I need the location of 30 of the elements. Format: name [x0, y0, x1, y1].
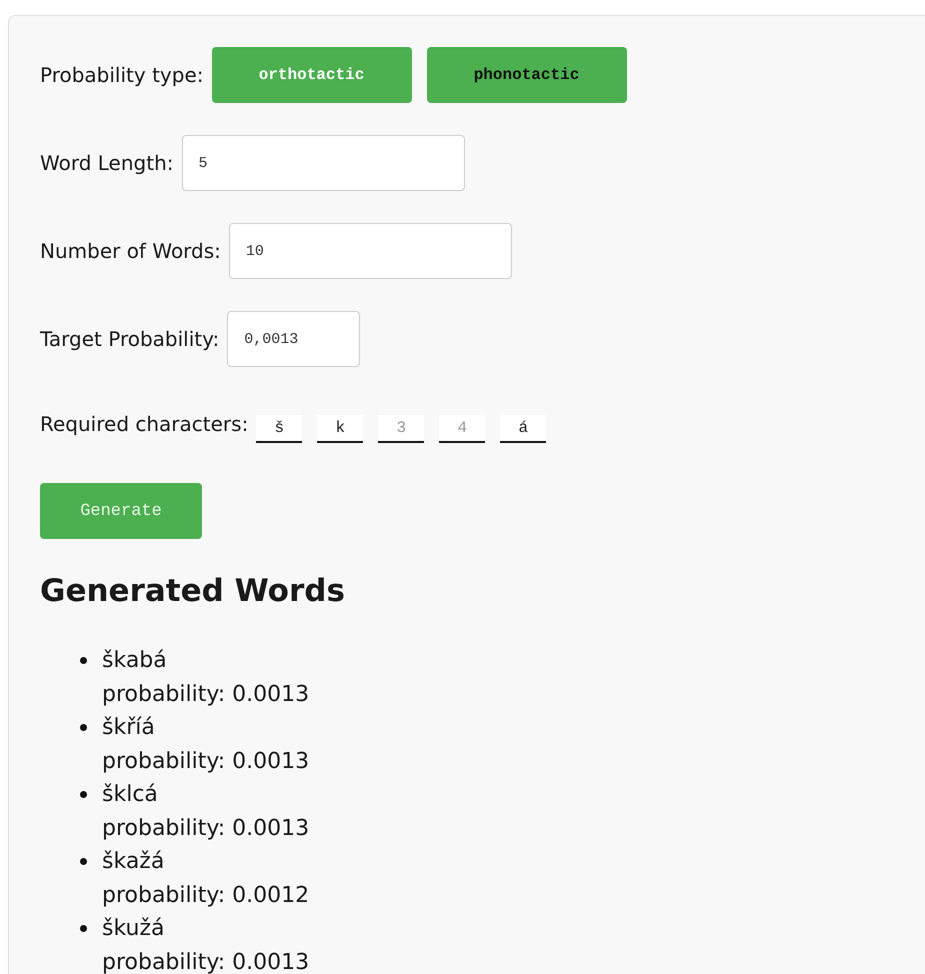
bullet-icon: [80, 657, 87, 664]
character-field[interactable]: 3: [378, 415, 424, 443]
probability-type-label: Probability type:: [40, 63, 204, 87]
probability-type-button[interactable]: phonotactic: [426, 47, 626, 103]
character-field[interactable]: š: [256, 415, 302, 443]
word-probability: probability: 0.0013: [102, 748, 310, 776]
character-field[interactable]: k: [317, 415, 364, 443]
field-label: Number of Words:: [40, 239, 221, 263]
input-field[interactable]: 0,0013: [227, 311, 360, 367]
generated-word: škužá: [102, 915, 166, 943]
word-probability: probability: 0.0013: [102, 948, 310, 974]
bullet-icon: [80, 925, 87, 932]
character-field[interactable]: á: [500, 415, 546, 443]
generated-word: škříá: [102, 714, 156, 742]
input-field[interactable]: 10: [228, 223, 512, 279]
bullet-icon: [80, 724, 87, 731]
bullet-icon: [80, 791, 87, 798]
generated-word: šklcá: [102, 781, 159, 809]
word-probability: probability: 0.0012: [102, 882, 310, 910]
field-label: Target Probability:: [40, 327, 220, 351]
character-field[interactable]: 4: [439, 415, 486, 443]
results-heading: Generated Words: [40, 573, 346, 609]
bullet-icon: [80, 858, 87, 865]
word-probability: probability: 0.0013: [102, 814, 310, 842]
generated-word: škažá: [102, 848, 166, 876]
field-label: Word Length:: [40, 151, 174, 175]
input-field[interactable]: 5: [182, 135, 464, 191]
generated-word: škabá: [102, 647, 168, 675]
required-characters-label: Required characters:: [40, 412, 248, 436]
word-probability: probability: 0.0013: [102, 680, 310, 708]
